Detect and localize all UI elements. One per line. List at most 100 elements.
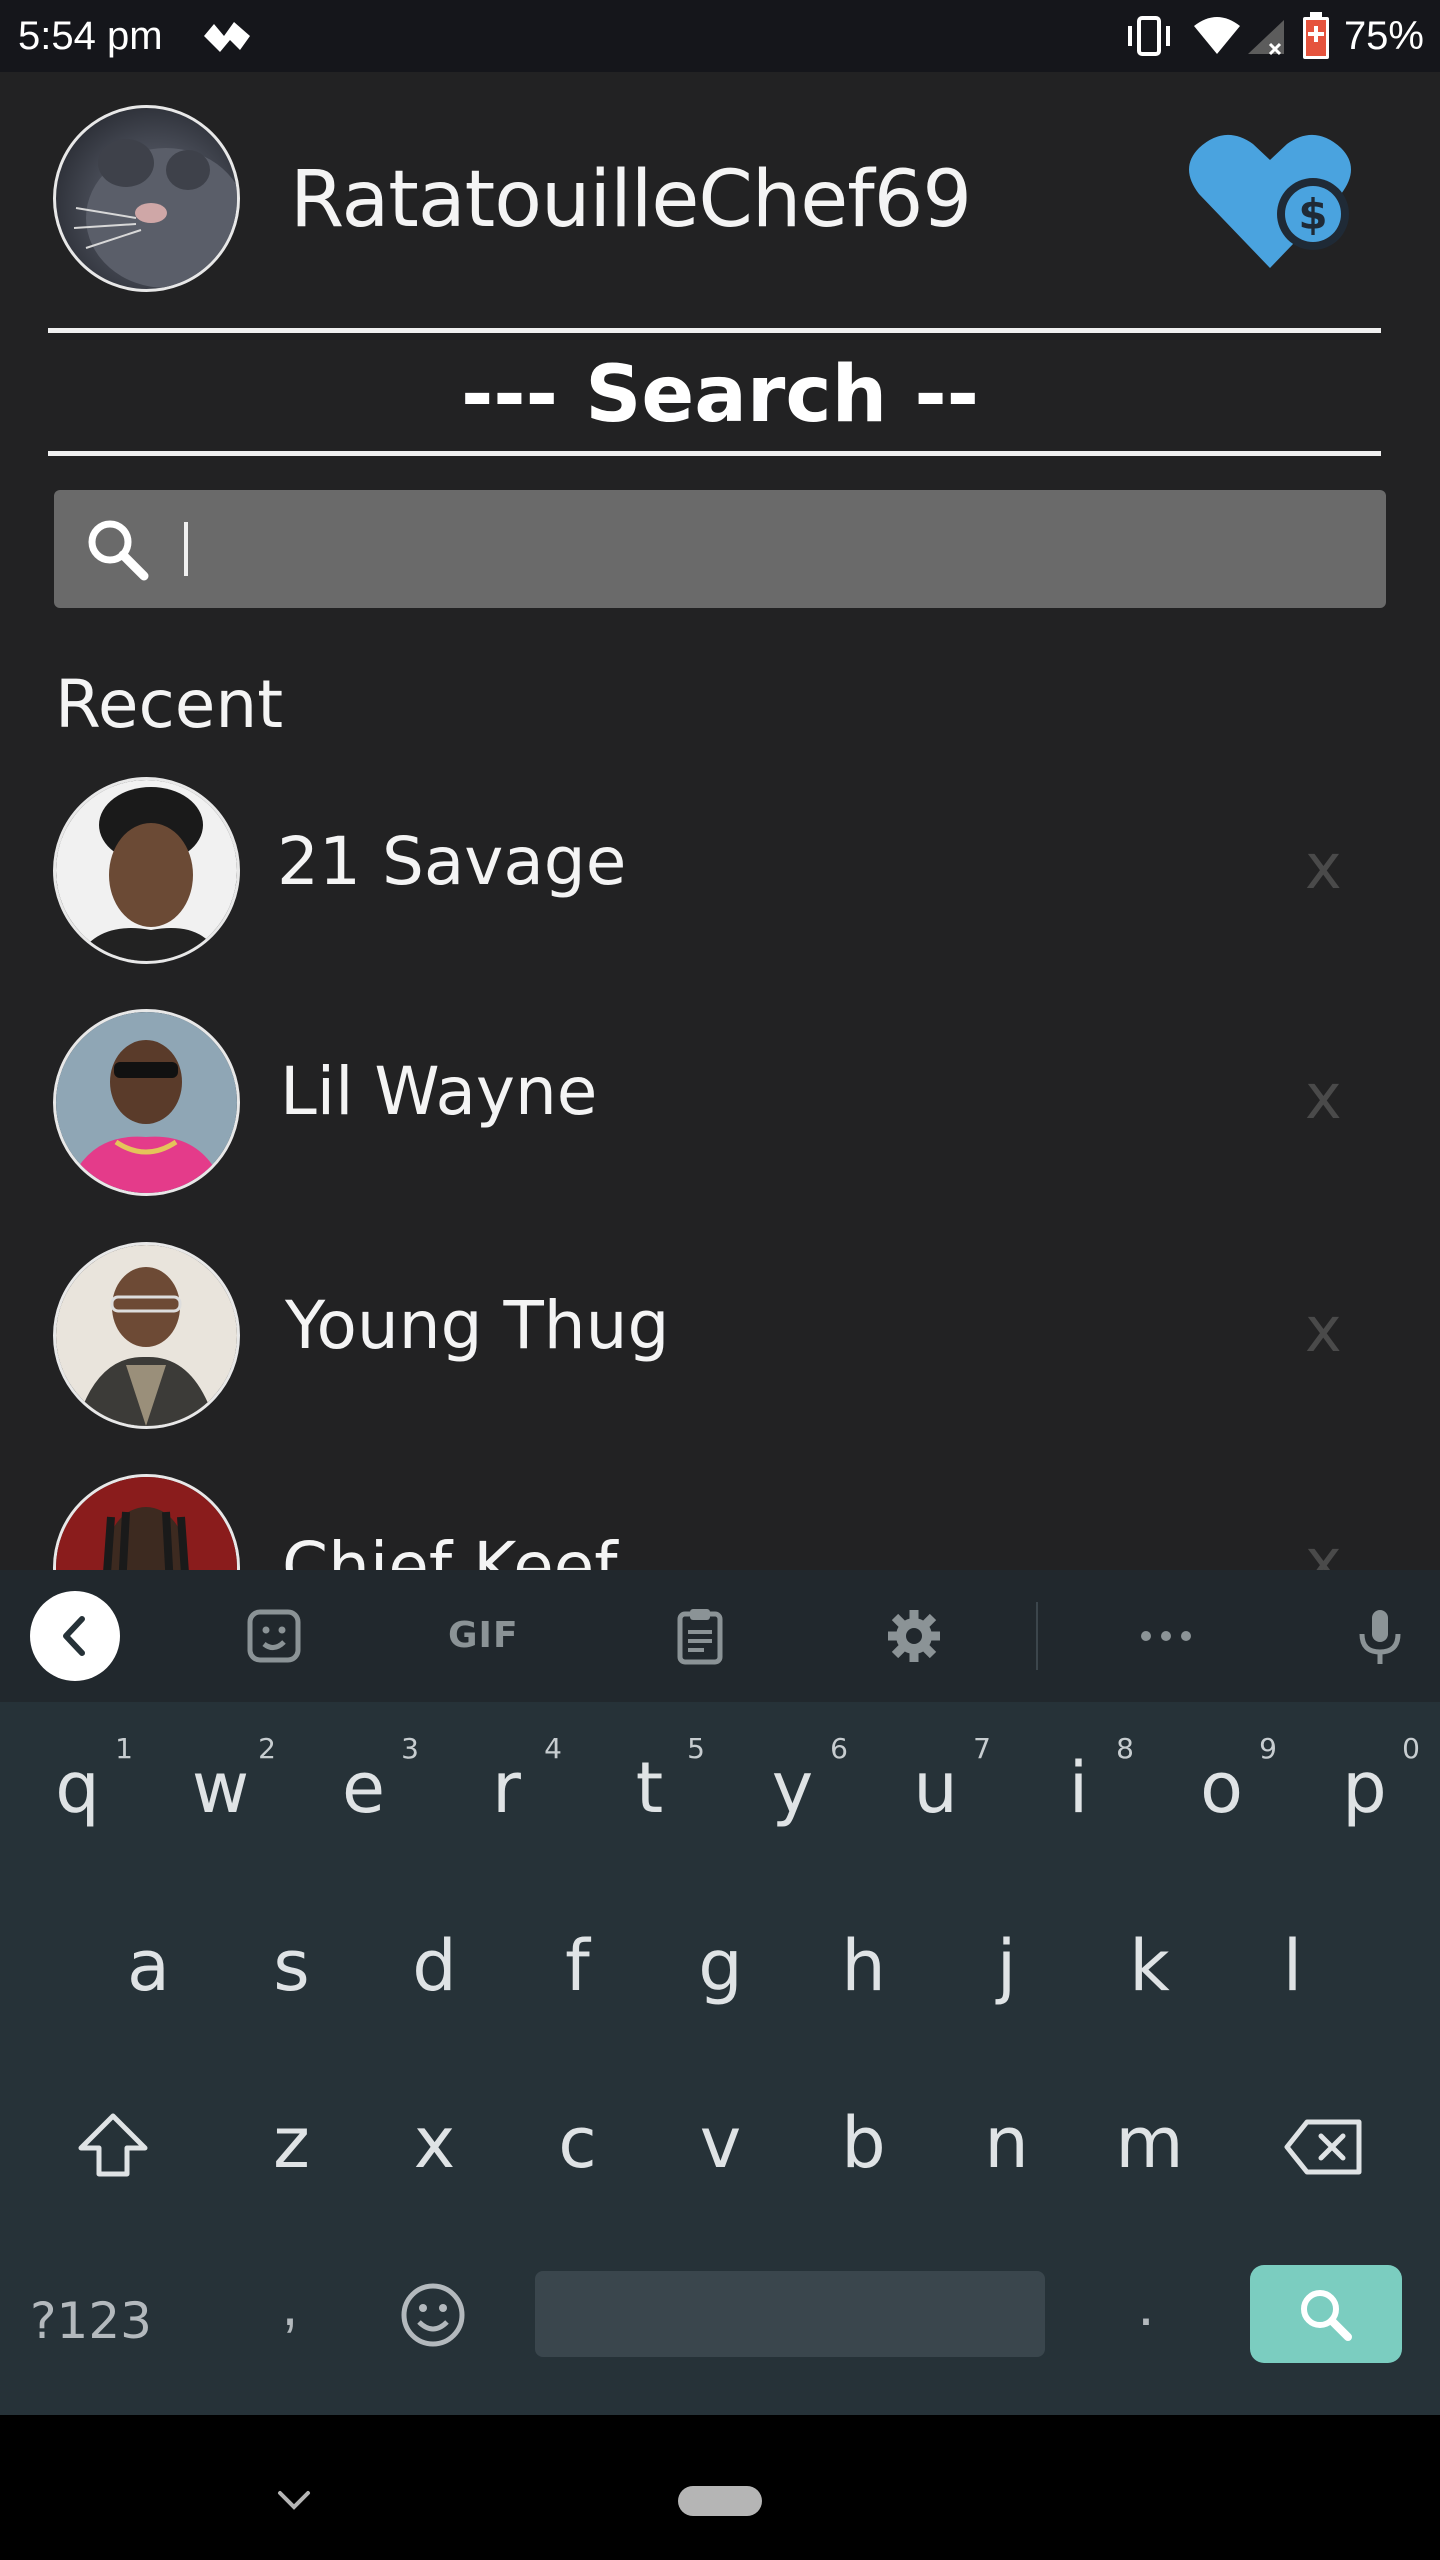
comma-key[interactable]: , [270, 2270, 310, 2339]
emoji-icon[interactable] [398, 2280, 468, 2350]
heading-rule-bottom [48, 451, 1381, 456]
avatar-image [56, 780, 237, 961]
key-label: x [413, 2102, 456, 2184]
system-nav-bar [0, 2415, 1440, 2560]
battery-icon [1303, 12, 1329, 59]
microphone-icon[interactable] [1350, 1606, 1410, 1666]
key-label: r [492, 1747, 521, 1829]
recent-item[interactable]: Chief Keef x [0, 1472, 1440, 1570]
remove-recent-button[interactable]: x [1305, 1290, 1342, 1370]
recent-item[interactable]: Young Thug x [0, 1240, 1440, 1440]
shift-icon[interactable] [75, 2110, 151, 2180]
avatar [53, 1242, 240, 1429]
key-label: a [127, 1925, 170, 2007]
battery-percent: 75% [1343, 14, 1424, 58]
key-label: v [699, 2102, 742, 2184]
gif-icon[interactable]: GIF [448, 1610, 519, 1662]
avatar-image [56, 1012, 237, 1193]
key-i[interactable]: 8i [1007, 1710, 1150, 1870]
rat-avatar-image [73, 139, 237, 288]
recent-item[interactable]: 21 Savage x [0, 775, 1440, 975]
settings-gear-icon[interactable] [884, 1606, 944, 1666]
search-heading: --- Search -- [460, 350, 980, 440]
key-label: h [841, 1925, 886, 2007]
notification-icon [204, 22, 250, 52]
key-g[interactable]: g [649, 1888, 792, 2048]
space-key[interactable] [535, 2271, 1045, 2357]
key-label: m [1115, 2102, 1184, 2184]
key-label: q [55, 1747, 100, 1829]
clipboard-icon[interactable] [670, 1606, 730, 1666]
key-label: k [1129, 1925, 1170, 2007]
key-k[interactable]: k [1078, 1888, 1221, 2048]
backspace-icon[interactable] [1283, 2118, 1365, 2176]
key-c[interactable]: c [506, 2065, 649, 2225]
key-p[interactable]: 0p [1293, 1710, 1436, 1870]
sticker-icon[interactable] [244, 1606, 304, 1666]
key-r[interactable]: 4r [435, 1710, 578, 1870]
key-m[interactable]: m [1078, 2065, 1221, 2225]
key-v[interactable]: v [649, 2065, 792, 2225]
vibrate-icon [1128, 16, 1170, 56]
home-pill[interactable] [678, 2486, 762, 2516]
profile-avatar[interactable] [53, 105, 240, 292]
key-t[interactable]: 5t [578, 1710, 721, 1870]
key-label: z [273, 2102, 310, 2184]
signal-icon [1248, 20, 1284, 56]
key-label: j [996, 1925, 1017, 2007]
key-u[interactable]: 7u [864, 1710, 1007, 1870]
key-f[interactable]: f [506, 1888, 649, 2048]
heart-dollar-icon[interactable]: $ [1185, 128, 1355, 278]
key-d[interactable]: d [363, 1888, 506, 2048]
key-label: s [273, 1925, 310, 2007]
avatar-image [56, 1245, 237, 1426]
recent-label: Recent [55, 666, 284, 743]
avatar [53, 1474, 240, 1570]
key-s[interactable]: s [220, 1888, 363, 2048]
key-o[interactable]: 9o [1150, 1710, 1293, 1870]
remove-recent-button[interactable]: x [1305, 1057, 1342, 1137]
period-key[interactable]: . [1126, 2270, 1166, 2339]
key-h[interactable]: h [792, 1888, 935, 2048]
recent-item[interactable]: Lil Wayne x [0, 1007, 1440, 1207]
key-a[interactable]: a [77, 1888, 220, 2048]
text-cursor [184, 522, 188, 576]
key-q[interactable]: 1q [6, 1710, 149, 1870]
key-e[interactable]: 3e [292, 1710, 435, 1870]
avatar-image [56, 1477, 237, 1570]
recent-item-name: Young Thug [285, 1287, 670, 1364]
key-b[interactable]: b [792, 2065, 935, 2225]
key-w[interactable]: 2w [149, 1710, 292, 1870]
key-y[interactable]: 6y [721, 1710, 864, 1870]
key-label: l [1282, 1925, 1303, 2007]
wifi-icon [1194, 17, 1240, 54]
keyboard-toolbar: GIF [0, 1570, 1440, 1702]
remove-recent-button[interactable]: x [1305, 827, 1342, 907]
toolbar-divider [1036, 1602, 1038, 1670]
recent-item-name: 21 Savage [277, 823, 627, 900]
remove-recent-button[interactable]: x [1305, 1522, 1342, 1570]
key-label: w [191, 1747, 250, 1829]
key-label: p [1342, 1747, 1387, 1829]
avatar [53, 1009, 240, 1196]
status-time: 5:54 pm [18, 14, 163, 58]
key-label: e [341, 1747, 386, 1829]
more-dots-icon[interactable] [1136, 1606, 1196, 1666]
key-label: y [771, 1747, 814, 1829]
key-n[interactable]: n [935, 2065, 1078, 2225]
key-label: u [913, 1747, 958, 1829]
symbols-key[interactable]: ?123 [30, 2286, 200, 2356]
search-input[interactable] [54, 490, 1386, 608]
key-label: g [698, 1925, 743, 2007]
key-z[interactable]: z [220, 2065, 363, 2225]
avatar [53, 777, 240, 964]
key-label: i [1068, 1747, 1089, 1829]
key-l[interactable]: l [1221, 1888, 1364, 2048]
key-x[interactable]: x [363, 2065, 506, 2225]
key-label: d [412, 1925, 457, 2007]
profile-username[interactable]: RatatouilleChef69 [290, 150, 972, 250]
back-chevron-icon[interactable] [30, 1591, 120, 1681]
hide-keyboard-chevron-icon[interactable] [272, 2485, 316, 2515]
key-j[interactable]: j [935, 1888, 1078, 2048]
search-submit-button[interactable] [1250, 2265, 1402, 2363]
